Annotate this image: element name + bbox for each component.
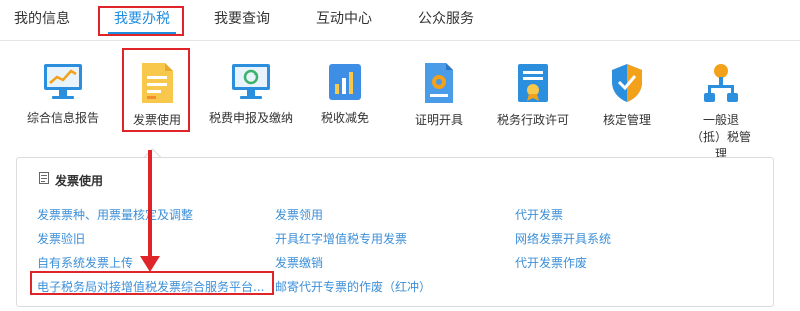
invoice-document-icon xyxy=(142,63,173,103)
function-label: 综合信息报告 xyxy=(26,111,99,125)
function-assessment-management[interactable]: 核定管理 xyxy=(582,52,672,129)
function-label: 证明开具 xyxy=(414,113,463,127)
license-badge-icon xyxy=(518,64,548,102)
document-icon xyxy=(39,172,49,184)
tab-query[interactable]: 我要查询 xyxy=(214,6,270,32)
tab-tax-handling[interactable]: 我要办税 xyxy=(108,6,176,34)
link-e-tax-vat-platform[interactable]: 电子税务局对接增值税发票综合服务平台... xyxy=(37,278,264,295)
network-nodes-icon xyxy=(704,64,738,102)
function-label: 税收减免 xyxy=(320,111,369,125)
panel-title: 发票使用 xyxy=(55,174,104,188)
annotation-arrow-shaft xyxy=(148,150,152,260)
certificate-gear-icon xyxy=(425,63,453,103)
function-tax-reduction[interactable]: 税收减免 xyxy=(300,52,390,127)
function-general-refund[interactable]: 一般退（抵）税管理 xyxy=(676,52,766,163)
function-invoice-use[interactable]: 发票使用 xyxy=(112,52,202,129)
link-mailed-invoice-void[interactable]: 邮寄代开专票的作废（红冲） xyxy=(275,278,431,295)
tab-interaction-center[interactable]: 互动中心 xyxy=(316,6,372,32)
monitor-chart-icon xyxy=(44,64,82,99)
function-label: 发票使用 xyxy=(132,113,181,127)
function-icon-row: 综合信息报告 发票使用 税费申报及缴纳 税收减免 证明开具 税务行政许可 核定管… xyxy=(0,52,800,161)
link-invoice-cancellation[interactable]: 发票缴销 xyxy=(275,254,323,271)
annotation-arrow-head xyxy=(140,256,160,272)
function-comprehensive-report[interactable]: 综合信息报告 xyxy=(18,52,108,127)
function-administrative-license[interactable]: 税务行政许可 xyxy=(488,52,578,129)
shield-check-icon xyxy=(612,64,642,102)
link-invoice-verification[interactable]: 发票验旧 xyxy=(37,230,85,247)
function-tax-filing-payment[interactable]: 税费申报及缴纳 xyxy=(206,52,296,127)
function-label: 一般退（抵）税管理 xyxy=(690,113,751,161)
link-invoice-type-quota[interactable]: 发票票种、用票量核定及调整 xyxy=(37,206,193,223)
link-void-on-behalf-invoice[interactable]: 代开发票作废 xyxy=(515,254,587,271)
link-issue-invoice-on-behalf[interactable]: 代开发票 xyxy=(515,206,563,223)
invoice-use-panel: 发票使用 发票票种、用票量核定及调整 发票领用 代开发票 发票验旧 开具红字增值… xyxy=(16,157,774,307)
link-online-invoice-system[interactable]: 网络发票开具系统 xyxy=(515,230,611,247)
function-label: 税费申报及缴纳 xyxy=(208,111,293,125)
link-red-vat-invoice[interactable]: 开具红字增值税专用发票 xyxy=(275,230,407,247)
monitor-refresh-icon xyxy=(232,64,270,99)
tab-public-service[interactable]: 公众服务 xyxy=(418,6,474,32)
function-label: 税务行政许可 xyxy=(496,113,569,127)
function-label: 核定管理 xyxy=(602,113,651,127)
bar-chart-card-icon xyxy=(329,64,361,100)
top-tab-bar: 我的信息 我要办税 我要查询 互动中心 公众服务 xyxy=(0,0,800,41)
function-certificate-issue[interactable]: 证明开具 xyxy=(394,52,484,129)
tab-my-info[interactable]: 我的信息 xyxy=(14,6,70,32)
link-invoice-collection[interactable]: 发票领用 xyxy=(275,206,323,223)
link-own-system-upload[interactable]: 自有系统发票上传 xyxy=(37,254,133,271)
